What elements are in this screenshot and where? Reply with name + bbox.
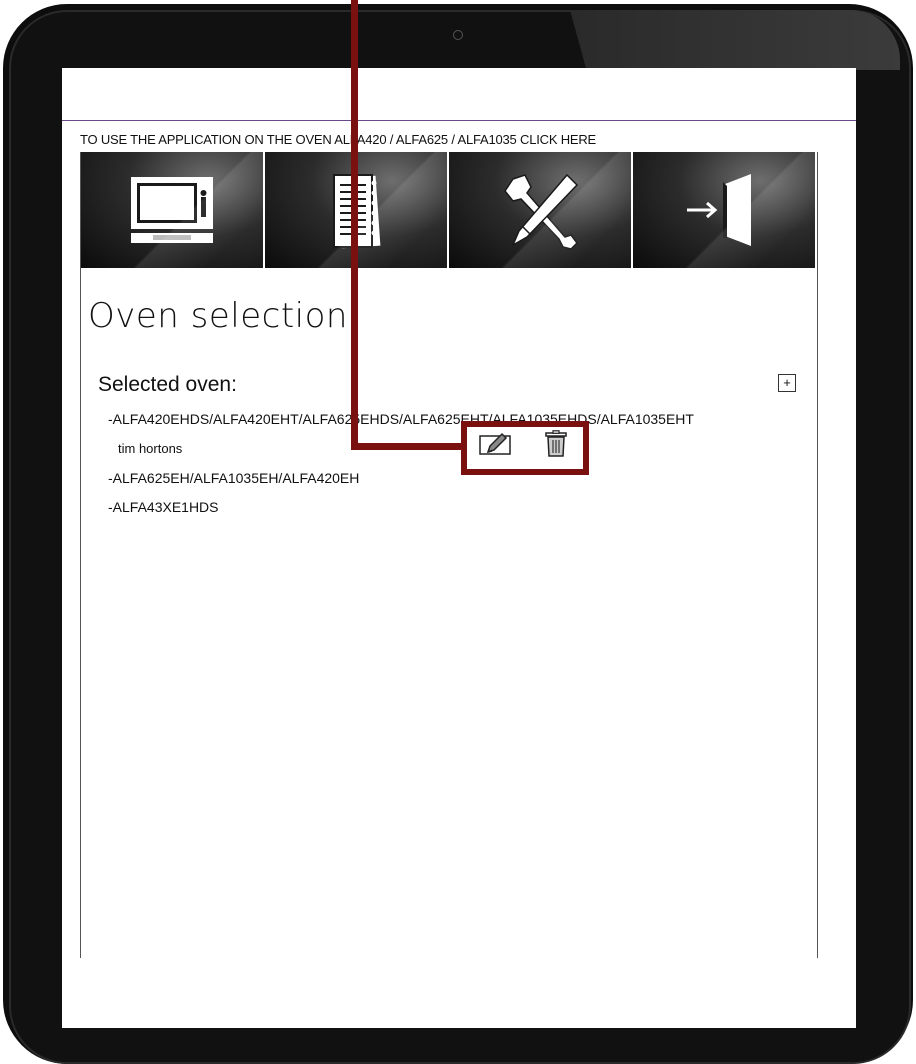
- content-frame: [80, 152, 818, 958]
- oven-item[interactable]: -ALFA43XE1HDS: [108, 499, 219, 515]
- nav-oven[interactable]: [81, 152, 263, 268]
- selected-oven-heading: Selected oven:: [98, 373, 237, 396]
- page-title: Oven selection: [88, 296, 348, 336]
- oven-icon: [131, 177, 213, 243]
- tools-icon: [504, 173, 579, 250]
- oven-item[interactable]: -ALFA420EHDS/ALFA420EHT/ALFA625EHDS/ALFA…: [108, 411, 694, 427]
- main-nav: [81, 152, 815, 268]
- camera-icon: [453, 30, 463, 40]
- bezel-glare: [570, 10, 900, 70]
- callout-highlight: [461, 421, 589, 475]
- callout-line: [351, 0, 358, 449]
- exit-door-icon: [687, 174, 751, 246]
- header-divider: [62, 120, 856, 121]
- add-oven-button[interactable]: +: [778, 374, 796, 392]
- callout-line: [351, 443, 461, 450]
- oven-item-name: tim hortons: [118, 441, 183, 456]
- nav-settings[interactable]: [449, 152, 631, 268]
- oven-item[interactable]: -ALFA625EH/ALFA1035EH/ALFA420EH: [108, 470, 359, 486]
- app-screen: TO USE THE APPLICATION ON THE OVEN ALFA4…: [62, 68, 856, 1028]
- oven-app-notice-link[interactable]: TO USE THE APPLICATION ON THE OVEN ALFA4…: [80, 132, 596, 147]
- nav-exit[interactable]: [633, 152, 815, 268]
